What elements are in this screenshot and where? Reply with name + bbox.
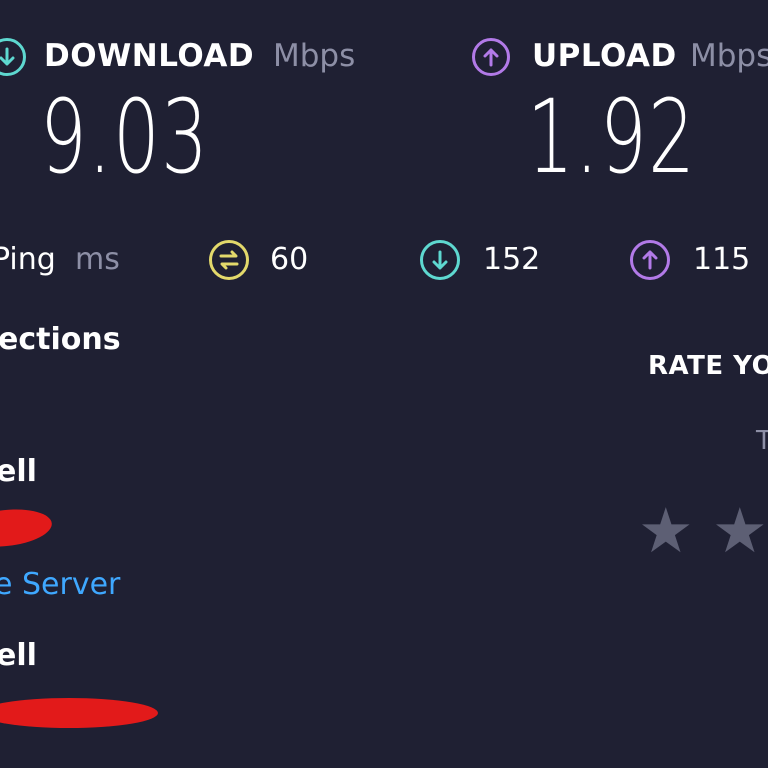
change-server-link[interactable]: e Server [0, 565, 120, 605]
arrow-up-circle-icon [472, 38, 510, 76]
arrow-up-circle-icon [630, 240, 670, 280]
redaction-mark [0, 505, 54, 551]
redaction-mark [0, 698, 158, 728]
ping-label: Ping [0, 242, 56, 277]
download-unit: Mbps [273, 38, 356, 74]
star-icon[interactable]: ★ [638, 500, 694, 562]
upload-label: UPLOAD [532, 38, 677, 74]
arrow-down-circle-icon [420, 240, 460, 280]
jitter-icon [209, 240, 249, 280]
ping-unit: ms [75, 242, 120, 277]
server-name: ell [0, 638, 37, 673]
download-label: DOWNLOAD [44, 38, 255, 74]
ping-upload-value: 115 [693, 242, 751, 277]
rate-title: RATE YO [648, 351, 768, 381]
arrow-down-circle-icon [0, 38, 26, 76]
star-icon[interactable]: ★ [712, 500, 768, 562]
connections-title: ections [0, 322, 121, 357]
upload-unit: Mbps [690, 38, 768, 74]
ping-idle-value: 60 [270, 242, 309, 277]
upload-value: 1.92 [527, 78, 697, 197]
download-value: 9.03 [40, 78, 210, 197]
isp-name: ell [0, 454, 37, 489]
rate-subtitle: T [756, 426, 768, 456]
ping-download-value: 152 [483, 242, 541, 277]
speedtest-results: DOWNLOAD Mbps 9.03 UPLOAD Mbps 1.92 Ping… [0, 0, 768, 768]
